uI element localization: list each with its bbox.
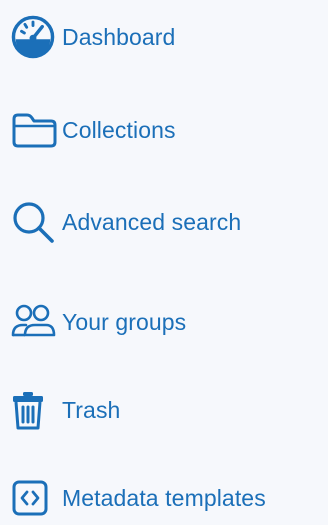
trash-icon	[10, 390, 62, 430]
sidebar-item-label: Metadata templates	[62, 484, 266, 511]
people-icon	[10, 302, 62, 342]
sidebar-item-label: Dashboard	[62, 23, 176, 50]
sidebar-item-label: Your groups	[62, 308, 187, 335]
sidebar-nav: Dashboard Collections Advanced search Yo…	[0, 0, 328, 525]
folder-icon	[10, 110, 62, 150]
code-square-icon	[10, 478, 62, 518]
sidebar-item-label: Collections	[62, 116, 176, 143]
sidebar-item-label: Advanced search	[62, 208, 242, 235]
sidebar-item-metadata-templates[interactable]: Metadata templates	[10, 476, 266, 520]
speedometer-icon	[10, 14, 62, 60]
sidebar-item-collections[interactable]: Collections	[10, 108, 176, 152]
sidebar-item-advanced-search[interactable]: Advanced search	[10, 200, 241, 244]
sidebar-item-label: Trash	[62, 396, 121, 423]
sidebar-item-dashboard[interactable]: Dashboard	[10, 15, 175, 59]
sidebar-item-your-groups[interactable]: Your groups	[10, 300, 186, 344]
sidebar-item-trash[interactable]: Trash	[10, 388, 120, 432]
search-icon	[10, 199, 62, 245]
